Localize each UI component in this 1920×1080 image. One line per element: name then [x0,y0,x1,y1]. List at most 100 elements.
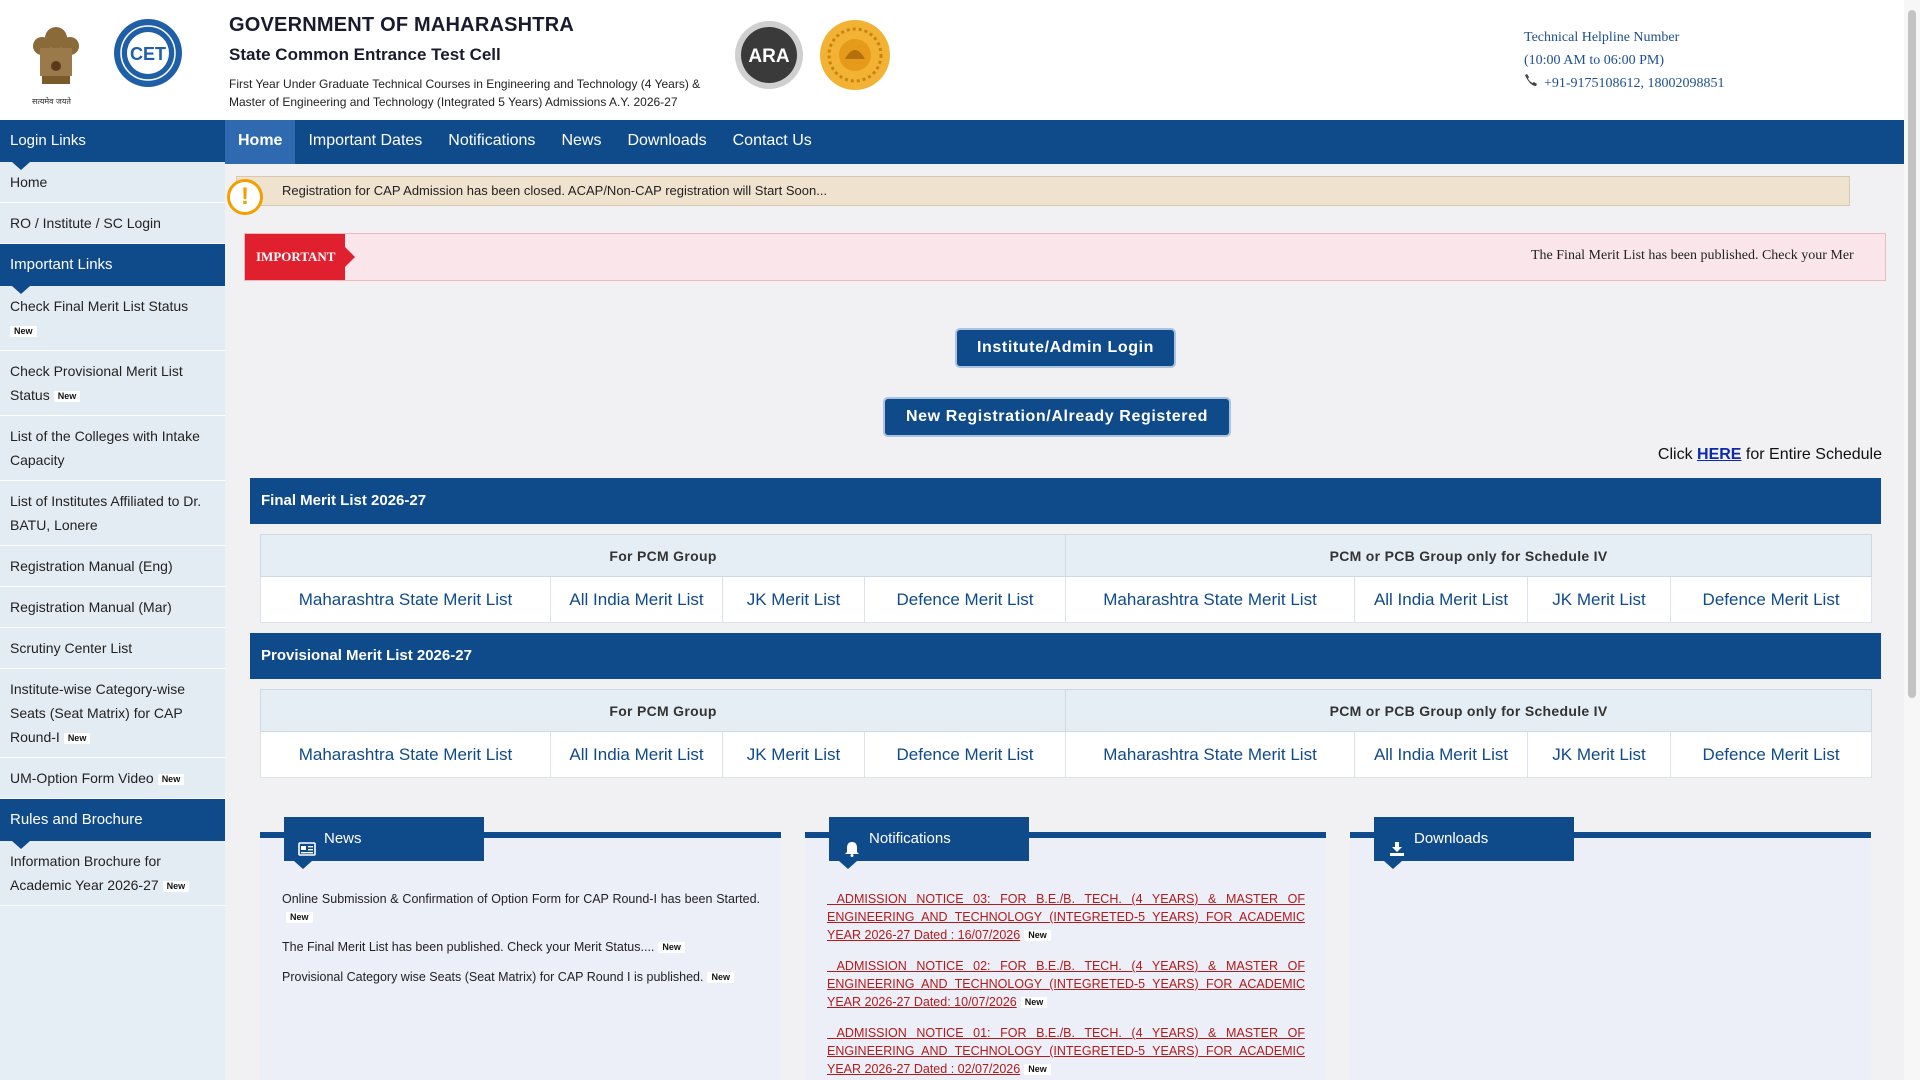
schedule-line: Click HERE for Entire Schedule [1658,446,1882,464]
notification-item[interactable]: ADMISSION NOTICE 03: FOR B.E./B. TECH. (… [827,890,1305,944]
final-pcb-all-india-link[interactable]: All India Merit List [1354,576,1529,623]
pcb-group-header: PCM or PCB Group only for Schedule IV [1065,689,1873,732]
sidebar-item-label: Scrutiny Center List [10,640,133,656]
final-pcm-all-india-link[interactable]: All India Merit List [550,576,723,623]
prov-pcb-all-india-link[interactable]: All India Merit List [1354,731,1529,778]
header-titles: GOVERNMENT OF MAHARASHTRA State Common E… [229,14,729,111]
sidebar-item-final-merit-status[interactable]: Check Final Merit List Status New [0,286,225,351]
final-pcb-defence-link[interactable]: Defence Merit List [1670,576,1873,623]
prov-pcb-defence-link[interactable]: Defence Merit List [1670,731,1873,778]
final-pcm-state-merit-link[interactable]: Maharashtra State Merit List [260,576,551,623]
downloads-panel-tab: Downloads [1374,817,1574,869]
news-item[interactable]: Online Submission & Confirmation of Opti… [282,890,760,926]
sidebar-item-label: Home [10,174,48,190]
prov-pcm-defence-link[interactable]: Defence Merit List [863,731,1067,778]
main-content: Registration for CAP Admission has been … [225,164,1904,1080]
sidebar-item-registration-manual-eng[interactable]: Registration Manual (Eng) [0,546,225,587]
sidebar-item-registration-manual-mar[interactable]: Registration Manual (Mar) [0,587,225,628]
technical-helpline: Technical Helpline Number (10:00 AM to 0… [1524,26,1725,95]
new-badge: New [10,325,37,337]
notification-item[interactable]: ADMISSION NOTICE 02: FOR B.E./B. TECH. (… [827,957,1305,1011]
sidebar-item-provisional-merit-status[interactable]: Check Provisional Merit List Status New [0,351,225,416]
important-ticker: IMPORTANT The Final Merit List has been … [244,233,1886,281]
news-item-text: Provisional Category wise Seats (Seat Ma… [282,970,704,984]
sidebar-item-label: RO / Institute / SC Login [10,215,161,231]
new-badge: New [162,880,190,892]
sidebar-item-label: List of Institutes Affiliated to Dr. BAT… [10,493,202,533]
sidebar-item-label: Information Brochure for Academic Year 2… [10,853,161,893]
course-line-1: First Year Under Graduate Technical Cour… [229,77,701,91]
page-scrollbar[interactable] [1904,0,1920,1080]
institute-admin-login-button[interactable]: Institute/Admin Login [955,328,1176,368]
nav-important-dates[interactable]: Important Dates [295,120,435,164]
news-item[interactable]: Provisional Category wise Seats (Seat Ma… [282,968,760,986]
new-badge: New [1024,930,1051,942]
prov-pcm-state-merit-link[interactable]: Maharashtra State Merit List [260,731,551,778]
sidebar-item-label: Institute-wise Category-wise Seats (Seat… [10,681,186,745]
course-line-2: Master of Engineering and Technology (In… [229,95,678,109]
helpline-phone: +91-9175108612, 18002098851 [1524,72,1725,95]
sidebar-heading-login-links: Login Links [0,120,225,170]
prov-pcm-all-india-link[interactable]: All India Merit List [550,731,723,778]
scrollbar-thumb[interactable] [1908,10,1916,698]
final-merit-table: For PCM Group PCM or PCB Group only for … [259,534,1873,623]
notification-item[interactable]: ADMISSION NOTICE 01: FOR B.E./B. TECH. (… [827,1024,1305,1078]
sidebar-item-home[interactable]: Home [0,162,225,203]
sidebar-item-ro-institute-login[interactable]: RO / Institute / SC Login [0,203,225,244]
sidebar-item-option-form-video[interactable]: UM-Option Form Video New [0,758,225,799]
nav-contact-us[interactable]: Contact Us [720,120,825,164]
sidebar-item-label: UM-Option Form Video [10,770,154,786]
new-badge: New [157,773,185,785]
course-description: First Year Under Graduate Technical Cour… [229,75,729,111]
prov-pcb-state-merit-link[interactable]: Maharashtra State Merit List [1065,731,1356,778]
final-pcm-defence-link[interactable]: Defence Merit List [863,576,1067,623]
sidebar-item-information-brochure[interactable]: Information Brochure for Academic Year 2… [0,841,225,906]
main-navbar: Home Important Dates Notifications News … [225,120,1904,164]
prov-pcb-jk-link[interactable]: JK Merit List [1527,731,1672,778]
sidebar-item-seat-matrix[interactable]: Institute-wise Category-wise Seats (Seat… [0,669,225,758]
nav-news[interactable]: News [548,120,614,164]
sidebar: Login Links Home RO / Institute / SC Log… [0,120,225,1080]
maharashtra-seal-logo [819,19,891,91]
final-merit-list-heading: Final Merit List 2026-27 [250,478,1881,524]
emblem-caption: सत्यमेव जयते [32,97,71,106]
ticker-label: IMPORTANT [245,234,355,280]
new-badge: New [1024,1064,1051,1076]
provisional-merit-list-heading: Provisional Merit List 2026-27 [250,633,1881,679]
nav-notifications[interactable]: Notifications [435,120,548,164]
final-pcb-state-merit-link[interactable]: Maharashtra State Merit List [1065,576,1356,623]
new-registration-button[interactable]: New Registration/Already Registered [883,397,1231,437]
final-pcm-jk-link[interactable]: JK Merit List [722,576,865,623]
nav-downloads[interactable]: Downloads [614,120,719,164]
phone-icon [1524,72,1538,95]
schedule-here-link[interactable]: HERE [1697,446,1741,463]
schedule-suffix: for Entire Schedule [1741,446,1882,463]
provisional-merit-table: For PCM Group PCM or PCB Group only for … [259,689,1873,778]
sidebar-item-batu-institutes[interactable]: List of Institutes Affiliated to Dr. BAT… [0,481,225,546]
sidebar-item-label: Registration Manual (Mar) [10,599,172,615]
sidebar-item-colleges-intake[interactable]: List of the Colleges with Intake Capacit… [0,416,225,481]
prov-pcm-jk-link[interactable]: JK Merit List [722,731,865,778]
sidebar-item-label: Check Final Merit List Status [10,298,189,314]
download-icon [1388,831,1406,856]
helpline-title: Technical Helpline Number [1524,30,1680,45]
news-item[interactable]: The Final Merit List has been published.… [282,938,760,956]
site-header: सत्यमेव जयते CET GOVERNMENT OF MAHARASHT… [0,0,1904,120]
sidebar-item-scrutiny-center-list[interactable]: Scrutiny Center List [0,628,225,669]
sidebar-heading-rules-brochure: Rules and Brochure [0,799,225,849]
final-pcb-jk-link[interactable]: JK Merit List [1527,576,1672,623]
new-badge: New [63,732,91,744]
downloads-panel: Downloads [1350,817,1871,1080]
ticker-text[interactable]: The Final Merit List has been published.… [1531,234,1871,278]
cell-title: State Common Entrance Test Cell [229,45,501,64]
pcm-group-header: For PCM Group [259,534,1067,577]
helpline-hours: (10:00 AM to 06:00 PM) [1524,53,1665,68]
news-panel-tab: News [284,817,484,869]
notifications-panel-title: Notifications [869,830,951,847]
newspaper-icon [298,831,316,856]
new-badge: New [707,972,734,984]
pcb-group-header: PCM or PCB Group only for Schedule IV [1065,534,1873,577]
alert-text: Registration for CAP Admission has been … [282,183,828,198]
nav-home[interactable]: Home [225,120,296,164]
schedule-prefix: Click [1657,446,1698,463]
